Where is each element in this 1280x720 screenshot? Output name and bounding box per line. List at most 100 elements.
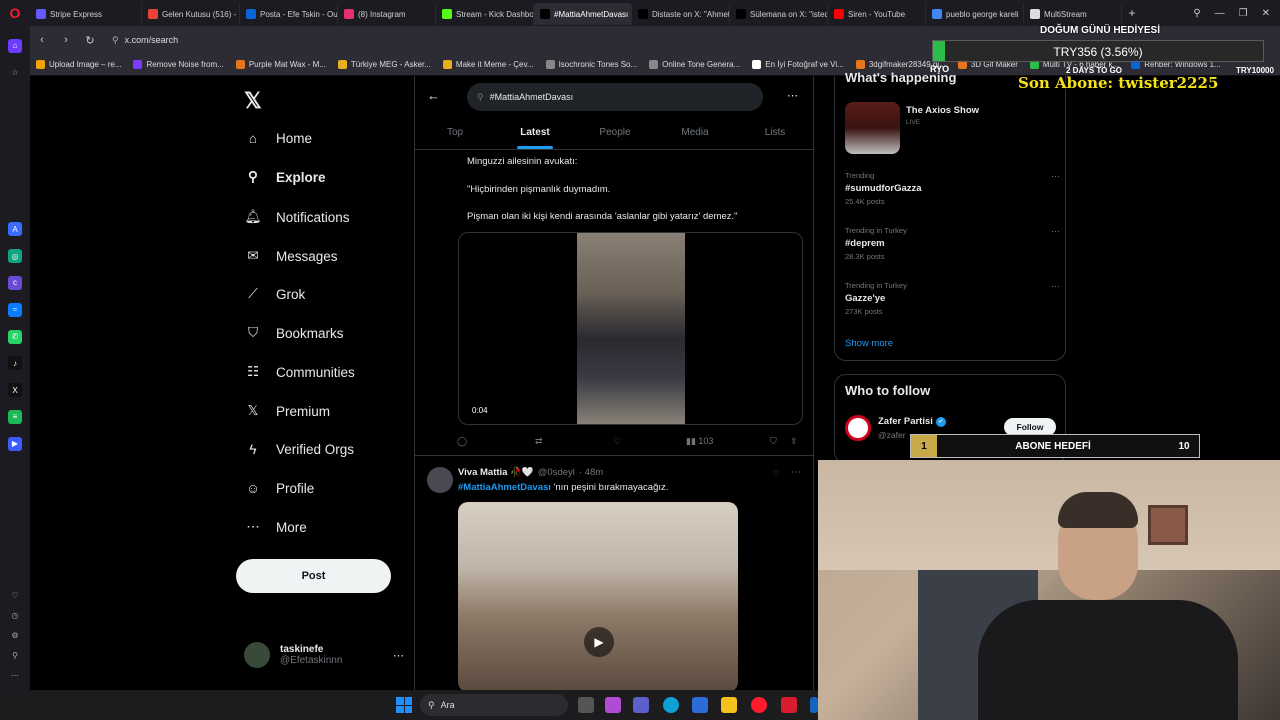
- back-icon[interactable]: ‹: [30, 34, 54, 46]
- chatgpt-icon[interactable]: ◎: [8, 249, 22, 264]
- live-title[interactable]: The Axios Show: [906, 105, 979, 116]
- trend-more-icon[interactable]: ⋯: [1051, 171, 1060, 182]
- play-icon[interactable]: ▶: [584, 627, 614, 657]
- browser-tab[interactable]: #MattiaAhmetDavası - Se: [534, 3, 632, 25]
- browser-tab[interactable]: Stream - Kick Dashbo: [436, 3, 534, 25]
- opera-logo-icon[interactable]: O: [0, 0, 30, 26]
- search-more-icon[interactable]: ⋯: [787, 89, 798, 102]
- player-icon[interactable]: ▶: [8, 436, 22, 451]
- reply-icon[interactable]: ◯: [457, 436, 535, 447]
- browser-tab[interactable]: Posta - Efe Tskin - Ou: [240, 3, 338, 25]
- avatar[interactable]: [845, 415, 871, 441]
- share-icon[interactable]: ⇪: [790, 436, 798, 447]
- tab-lists[interactable]: Lists: [735, 116, 813, 149]
- teams-icon[interactable]: [633, 697, 649, 713]
- search-tabs-icon[interactable]: ⚲: [1193, 8, 1200, 19]
- browser-tab[interactable]: Gelen Kutusu (516) -: [142, 3, 240, 25]
- star-icon[interactable]: ☆: [8, 66, 22, 80]
- tiktok-icon[interactable]: ♪: [8, 356, 22, 371]
- wps-icon[interactable]: [781, 697, 797, 713]
- url-field[interactable]: ⚲ x.com/search: [112, 30, 178, 50]
- maximize-icon[interactable]: ❐: [1239, 8, 1248, 19]
- store-icon[interactable]: [692, 697, 708, 713]
- account-more-icon[interactable]: ⋯: [393, 649, 404, 662]
- reload-icon[interactable]: ↻: [78, 34, 102, 47]
- windows-start-icon[interactable]: [396, 697, 412, 713]
- whatsapp-icon[interactable]: ✆: [8, 329, 22, 344]
- retweet-icon[interactable]: ⇄: [535, 436, 613, 447]
- bookmark-item[interactable]: Remove Noise from...: [127, 60, 229, 69]
- edge-icon[interactable]: [663, 697, 679, 713]
- tab-latest[interactable]: Latest: [495, 116, 575, 149]
- browser-tab[interactable]: Distaste on X: "Ahmet: [632, 3, 730, 25]
- nav-item-premium[interactable]: 𝕏 Premium: [244, 402, 330, 420]
- grok-explain-icon[interactable]: ◌: [773, 467, 779, 478]
- bookmark-item[interactable]: Make it Meme - Çev...: [437, 60, 540, 69]
- bookmark-item[interactable]: En İyi Fotoğraf ve Vi...: [746, 60, 850, 69]
- bookmark-item[interactable]: Isochronic Tones So...: [540, 60, 644, 69]
- nav-item-verified-orgs[interactable]: ϟ Verified Orgs: [244, 440, 354, 458]
- site-info-icon[interactable]: ⚲: [112, 35, 119, 46]
- copilot-icon[interactable]: [605, 697, 621, 713]
- nav-item-notifications[interactable]: 🔔︎ Notifications: [244, 208, 349, 226]
- hashtag-link[interactable]: #MattiaAhmetDavası: [458, 482, 551, 493]
- back-arrow-icon[interactable]: ←: [427, 88, 440, 103]
- nav-item-grok[interactable]: ⟋ Grok: [244, 285, 305, 303]
- nav-item-profile[interactable]: ☺ Profile: [244, 479, 314, 497]
- nav-item-communities[interactable]: ☷ Communities: [244, 363, 355, 381]
- aria-icon[interactable]: A: [8, 222, 22, 237]
- nav-item-home[interactable]: ⌂ Home: [244, 129, 312, 147]
- history-icon[interactable]: ◷: [8, 609, 22, 623]
- trend-item[interactable]: Trending in Turkey #deprem 28.3K posts ⋯: [845, 226, 1060, 261]
- browser-tab[interactable]: Sülemana on X: "isted: [730, 3, 828, 25]
- messenger-icon[interactable]: ≈: [8, 302, 22, 317]
- tweet-more-icon[interactable]: ⋯: [791, 467, 801, 478]
- tweet-video[interactable]: 0:04: [458, 232, 803, 425]
- file-explorer-icon[interactable]: [721, 697, 737, 713]
- nav-item-more[interactable]: ⋯ More: [244, 518, 307, 536]
- views-icon[interactable]: ▮▮ 103: [686, 436, 770, 447]
- x-logo-icon[interactable]: 𝕏: [244, 88, 262, 114]
- more-icon[interactable]: ⋯: [8, 669, 22, 683]
- heart-icon[interactable]: ♡: [8, 589, 22, 603]
- like-icon[interactable]: ♡: [613, 436, 686, 447]
- trend-more-icon[interactable]: ⋯: [1051, 226, 1060, 237]
- show-more-link[interactable]: Show more: [845, 338, 893, 349]
- browser-tab[interactable]: (8) Instagram: [338, 3, 436, 25]
- nav-item-messages[interactable]: ✉ Messages: [244, 247, 337, 265]
- bookmark-icon[interactable]: ⛉: [770, 436, 790, 447]
- trend-item[interactable]: Trending in Turkey Gazze'ye 273K posts ⋯: [845, 281, 1060, 316]
- trend-more-icon[interactable]: ⋯: [1051, 281, 1060, 292]
- spotify-icon[interactable]: ≡: [8, 409, 22, 424]
- tab-top[interactable]: Top: [415, 116, 495, 149]
- post-button[interactable]: Post: [236, 559, 391, 593]
- forward-icon[interactable]: ›: [54, 34, 78, 46]
- tweet-video[interactable]: ▶: [458, 502, 738, 690]
- nav-item-explore[interactable]: ⚲ Explore: [244, 168, 325, 186]
- author-name[interactable]: Viva Mattia 🥀🤍: [458, 467, 534, 478]
- tweet[interactable]: Viva Mattia 🥀🤍 @0sdeyl · 48m ◌ ⋯ #Mattia…: [415, 457, 813, 690]
- opera-taskbar-icon[interactable]: [751, 697, 767, 713]
- bookmark-item[interactable]: Upload Image – re...: [30, 60, 127, 69]
- trend-item[interactable]: Trending #sumudforGazza 25.4K posts ⋯: [845, 171, 1060, 206]
- avatar[interactable]: [427, 467, 453, 493]
- browser-tab[interactable]: MultiStream: [1024, 3, 1122, 25]
- home-icon[interactable]: ⌂: [8, 38, 22, 53]
- live-thumbnail[interactable]: [845, 102, 900, 154]
- bookmark-item[interactable]: Online Tone Genera...: [643, 60, 746, 69]
- bookmark-item[interactable]: Purple Mat Wax - M...: [230, 60, 332, 69]
- suggest-name[interactable]: Zafer Partisi ✓: [878, 416, 946, 427]
- close-icon[interactable]: ✕: [1262, 8, 1270, 19]
- tips-icon[interactable]: ⚲: [8, 649, 22, 663]
- search-input[interactable]: ⚲ #MattiaAhmetDavası: [467, 83, 763, 111]
- bookmark-item[interactable]: Türkiye MEG - Asker...: [332, 60, 437, 69]
- account-switcher[interactable]: taskinefe @Efetaskinnn ⋯: [244, 642, 404, 668]
- tab-media[interactable]: Media: [655, 116, 735, 149]
- x-icon[interactable]: X: [8, 383, 22, 398]
- taskbar-search[interactable]: ⚲ Ara: [420, 694, 568, 716]
- tweet[interactable]: Minguzzi ailesinin avukatı: "Hiçbirinden…: [415, 150, 813, 456]
- new-tab-button[interactable]: +: [1122, 6, 1142, 20]
- browser-tab[interactable]: pueblo george kareli: [926, 3, 1024, 25]
- settings-icon[interactable]: ⚙: [8, 629, 22, 643]
- tab-people[interactable]: People: [575, 116, 655, 149]
